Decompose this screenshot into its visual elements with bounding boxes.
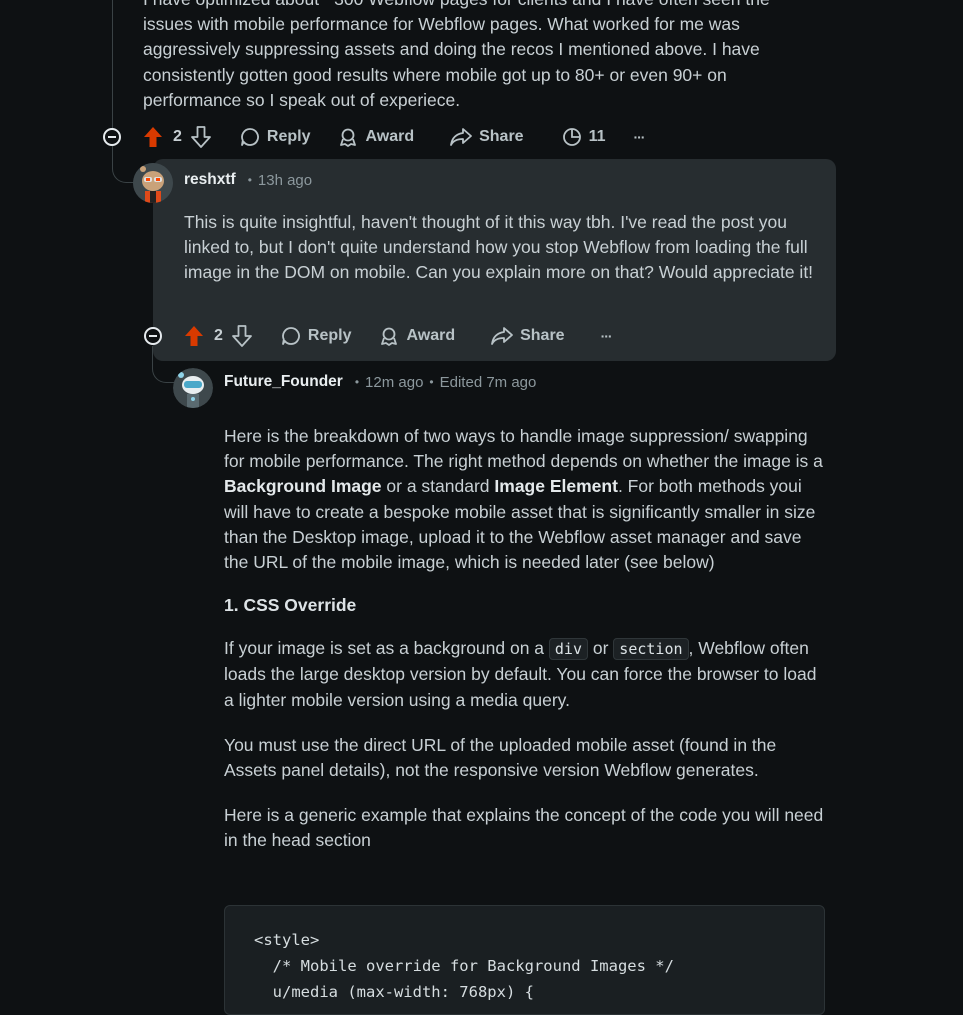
award-icon — [340, 128, 357, 147]
thread-connector-reply1 — [112, 146, 135, 183]
author-name[interactable]: Future_Founder — [224, 373, 343, 391]
top-comment-actions: 2 Reply Award Share 11 ··· — [143, 121, 645, 153]
share-icon — [450, 128, 472, 146]
top-comment-body: I have optimized about ~300 Webflow page… — [143, 0, 843, 113]
reply-label: Reply — [307, 327, 352, 344]
award-button[interactable]: Award — [379, 326, 455, 346]
text-run: If your image is set as a background on … — [224, 638, 549, 659]
top-comment-line: aggressively suppressing assets and doin… — [143, 39, 760, 60]
text-run: Here is the breakdown of two ways to han… — [224, 426, 823, 472]
vote-count: 2 — [214, 327, 223, 344]
paragraph: Here is a generic example that explains … — [224, 805, 824, 851]
reply1-body: This is quite insightful, haven't though… — [184, 212, 814, 283]
downvote-icon[interactable] — [191, 126, 211, 148]
reply-label: Reply — [266, 128, 311, 145]
thread-line-top — [112, 0, 113, 137]
code-block[interactable]: <style> /* Mobile override for Backgroun… — [224, 905, 825, 1015]
inline-code: div — [548, 638, 588, 661]
share-label: Share — [520, 327, 565, 344]
reply-button[interactable]: Reply — [281, 326, 352, 346]
share-label: Share — [479, 128, 524, 145]
stats-count: 11 — [588, 128, 606, 145]
separator-dot: • — [354, 375, 360, 389]
reply1-header: reshxtf • 13h ago — [184, 171, 312, 189]
paragraph: You must use the direct URL of the uploa… — [224, 734, 777, 781]
edited-label: Edited 7m ago — [439, 373, 537, 391]
reply-button[interactable]: Reply — [240, 127, 311, 147]
vote-count: 2 — [173, 128, 182, 145]
top-comment-line: issues with mobile performance for Webfl… — [143, 14, 740, 35]
share-icon — [491, 327, 513, 345]
author-name[interactable]: reshxtf — [184, 171, 236, 189]
award-icon — [381, 327, 398, 346]
collapse-icon[interactable] — [103, 128, 121, 146]
share-button[interactable]: Share — [491, 326, 565, 346]
separator-dot: • — [429, 375, 434, 389]
reply2-header: Future_Founder • 12m ago • Edited 7m ago — [224, 373, 536, 391]
paragraph: If your image is set as a background on … — [224, 636, 828, 713]
more-options-button[interactable]: ··· — [601, 328, 613, 344]
upvote-icon[interactable] — [143, 126, 163, 148]
bold-text: Image Element — [494, 476, 618, 497]
collapse-icon[interactable] — [144, 327, 162, 345]
top-comment-line: I have optimized about ~300 Webflow page… — [143, 0, 843, 12]
upvote-icon[interactable] — [184, 325, 204, 347]
more-options-button[interactable]: ··· — [633, 129, 645, 145]
avatar[interactable] — [173, 368, 213, 408]
stats-button[interactable]: 11 — [562, 127, 606, 147]
avatar[interactable] — [133, 163, 173, 203]
stats-icon — [562, 128, 581, 146]
text-run: or — [588, 638, 614, 659]
award-label: Award — [406, 327, 456, 344]
paragraph: Here is the breakdown of two ways to han… — [224, 424, 828, 575]
share-button[interactable]: Share — [450, 127, 524, 147]
reply-icon — [282, 327, 300, 345]
separator-dot: • — [247, 173, 252, 187]
text-run: or a standard — [381, 476, 495, 497]
timestamp[interactable]: 13h ago — [258, 172, 312, 189]
top-comment-line: performance so I speak out of experiece. — [143, 89, 461, 110]
award-label: Award — [365, 128, 415, 145]
reply1-actions: 2 Reply Award Share ··· — [184, 320, 613, 352]
inline-code: section — [613, 638, 689, 661]
award-button[interactable]: Award — [338, 127, 414, 147]
top-comment-line: consistently gotten good results where m… — [143, 64, 727, 85]
reply2-body: Here is the breakdown of two ways to han… — [224, 424, 828, 854]
reply-icon — [241, 128, 259, 146]
bold-text: Background Image — [224, 476, 382, 497]
section-heading: 1. CSS Override — [224, 595, 357, 616]
downvote-icon[interactable] — [232, 325, 252, 347]
timestamp[interactable]: 12m ago — [365, 374, 423, 391]
